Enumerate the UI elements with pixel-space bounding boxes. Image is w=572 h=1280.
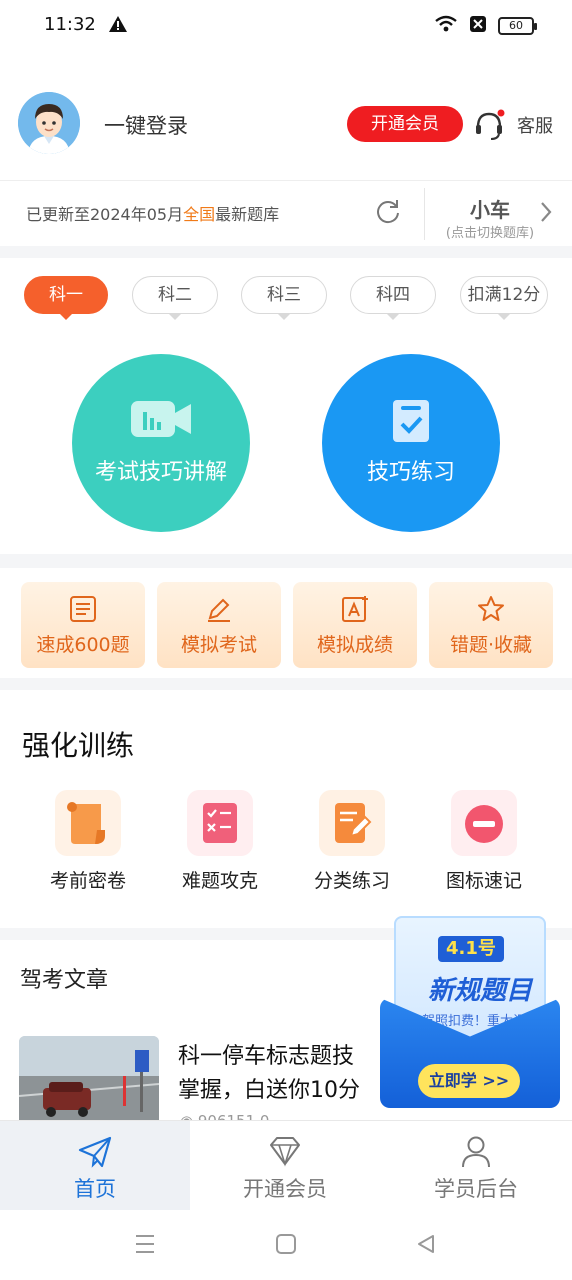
promo-banner[interactable]: 4.1号 新规题目 驾照扣费！重大调整！ 立即学 >> — [380, 916, 560, 1108]
quick-actions: 速成600题 模拟考试 模拟成绩 错题·收藏 — [0, 568, 572, 678]
promo-learn-button[interactable]: 立即学 >> — [418, 1064, 520, 1098]
quick-card-label: 模拟成绩 — [316, 634, 393, 656]
exam-tips-button[interactable]: 考试技巧讲解 — [72, 354, 250, 532]
tips-practice-label: 技巧练习 — [366, 460, 455, 485]
battery-icon: 60 — [498, 17, 537, 35]
header: 一键登录 开通会员 客服 已更新至2024年05月全国最新题库 小车 (点击切换… — [0, 52, 572, 246]
refresh-icon[interactable] — [374, 197, 402, 229]
car-type-selector[interactable]: 小车 — [440, 194, 540, 223]
promo-headline: 新规题目 — [428, 976, 533, 1006]
no-entry-icon — [451, 790, 517, 856]
tab-deduct-12[interactable]: 扣满12分 — [460, 276, 548, 320]
tab-subject-4[interactable]: 科四 — [350, 276, 436, 320]
warning-icon — [108, 14, 128, 38]
quick-card-600[interactable]: 速成600题 — [21, 582, 145, 668]
edit-doc-icon — [319, 790, 385, 856]
bottom-nav: 首页 开通会员 学员后台 — [0, 1120, 572, 1211]
video-camera-icon — [129, 398, 193, 444]
quick-card-wrong-fav[interactable]: 错题·收藏 — [429, 582, 553, 668]
wifi-icon — [434, 14, 458, 38]
update-prefix: 已更新至2024年05月 — [26, 205, 184, 224]
section-title: 驾考文章 — [20, 968, 109, 993]
chevron-right-icon[interactable] — [538, 200, 554, 228]
headset-icon[interactable] — [472, 108, 506, 146]
training-item-signs[interactable]: 图标速记 — [424, 790, 544, 893]
system-nav-bar — [0, 1210, 572, 1280]
star-icon — [476, 594, 506, 628]
update-highlight[interactable]: 全国 — [183, 205, 215, 224]
tab-subject-1[interactable]: 科一 — [24, 276, 108, 320]
training-section: 强化训练 考前密卷 难题攻克 分类练习 图标速记 — [0, 690, 572, 928]
pencil-icon — [204, 594, 234, 628]
tab-subject-3[interactable]: 科三 — [241, 276, 327, 320]
quick-card-label: 模拟考试 — [180, 634, 257, 656]
nav-home[interactable]: 首页 — [0, 1121, 190, 1211]
back-triangle-icon[interactable] — [415, 1232, 437, 1260]
update-notice: 已更新至2024年05月全国最新题库 — [26, 201, 279, 225]
car-type-hint: (点击切换题库) — [445, 226, 535, 241]
sim-off-icon — [468, 14, 488, 38]
quick-card-mock-score[interactable]: 模拟成绩 — [293, 582, 417, 668]
exam-tips-label: 考试技巧讲解 — [94, 460, 227, 485]
customer-service-label[interactable]: 客服 — [517, 112, 553, 138]
grade-icon — [340, 594, 370, 628]
promo-tag: 4.1号 — [438, 936, 504, 962]
login-link[interactable]: 一键登录 — [104, 110, 188, 140]
avatar[interactable] — [18, 92, 80, 154]
status-bar: 11:32 60 — [0, 0, 572, 52]
list-icon — [68, 594, 98, 628]
training-item-pre-exam[interactable]: 考前密卷 — [28, 790, 148, 893]
home-square-icon[interactable] — [275, 1232, 297, 1260]
nav-label: 首页 — [74, 1177, 116, 1201]
menu-icon[interactable] — [134, 1232, 156, 1260]
update-suffix: 最新题库 — [215, 205, 280, 224]
article-thumbnail[interactable] — [19, 1036, 159, 1130]
quick-card-label: 速成600题 — [36, 634, 130, 656]
user-icon — [460, 1135, 492, 1173]
nav-student[interactable]: 学员后台 — [380, 1121, 572, 1211]
training-item-category[interactable]: 分类练习 — [292, 790, 412, 893]
nav-vip[interactable]: 开通会员 — [190, 1121, 380, 1211]
training-item-hard[interactable]: 难题攻克 — [160, 790, 280, 893]
training-label: 分类练习 — [313, 870, 390, 892]
quick-card-label: 错题·收藏 — [449, 634, 533, 656]
training-label: 图标速记 — [445, 870, 522, 892]
divider — [424, 188, 425, 240]
nav-label: 开通会员 — [243, 1177, 327, 1201]
quick-card-mock-exam[interactable]: 模拟考试 — [157, 582, 281, 668]
diamond-icon — [267, 1135, 303, 1171]
training-label: 难题攻克 — [181, 870, 258, 892]
tab-subject-2[interactable]: 科二 — [132, 276, 218, 320]
vip-button[interactable]: 开通会员 — [347, 106, 463, 142]
tips-practice-button[interactable]: 技巧练习 — [322, 354, 500, 532]
nav-label: 学员后台 — [434, 1177, 518, 1201]
divider — [0, 180, 572, 181]
scroll-icon — [55, 790, 121, 856]
checklist-icon — [187, 790, 253, 856]
clipboard-check-icon — [391, 398, 431, 448]
paper-plane-icon — [77, 1135, 113, 1173]
section-title: 强化训练 — [22, 729, 135, 762]
status-time: 11:32 — [44, 14, 96, 35]
subject-section: 科一 科二 科三 科四 扣满12分 考试技巧讲解 技巧练习 — [0, 258, 572, 554]
training-label: 考前密卷 — [49, 870, 126, 892]
